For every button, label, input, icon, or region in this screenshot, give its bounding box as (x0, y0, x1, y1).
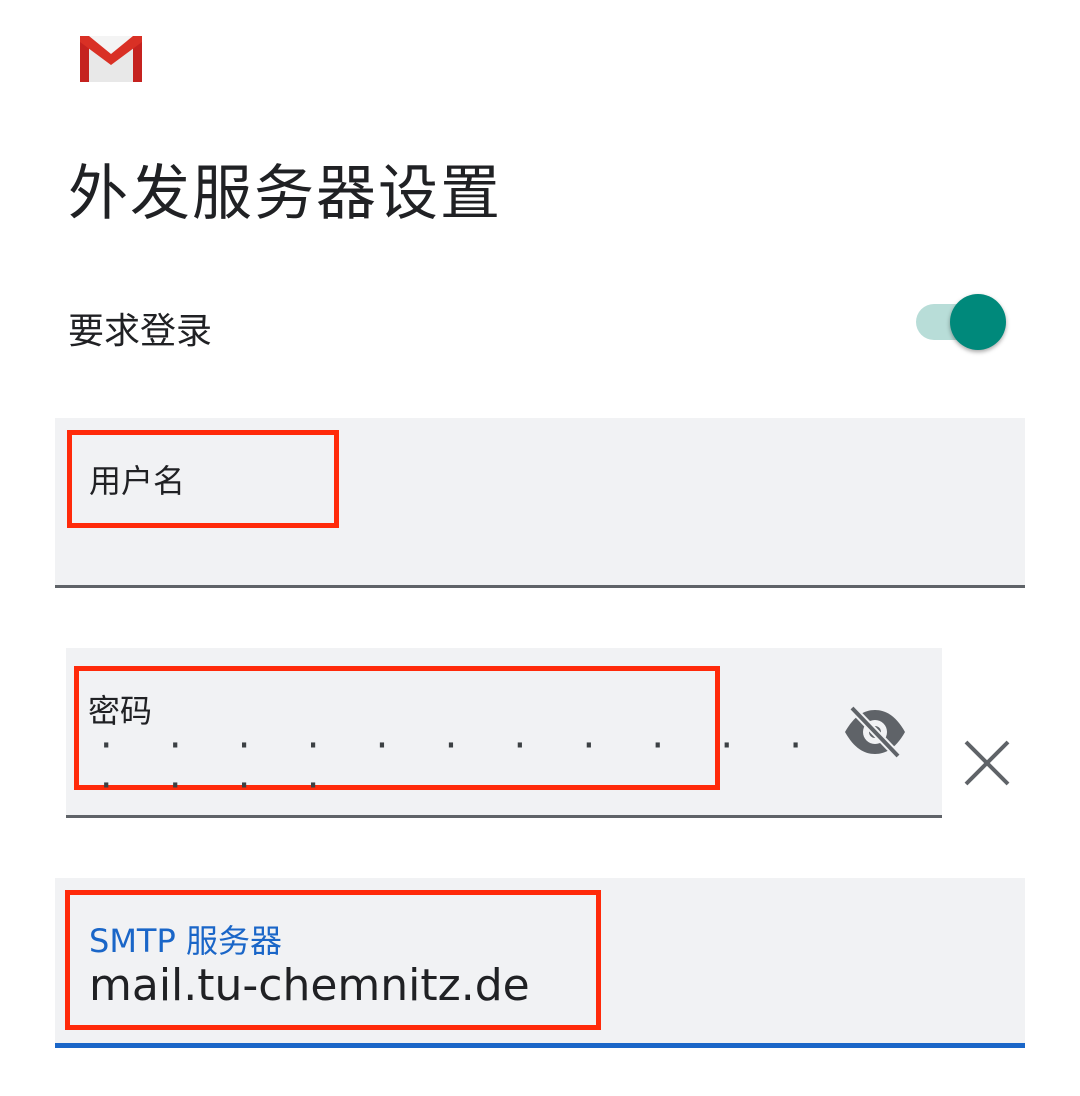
password-masked-value: · · · · · · · · · · · · · · · · (96, 726, 889, 806)
toggle-thumb (950, 294, 1006, 350)
field-underline (55, 585, 1025, 588)
require-login-toggle[interactable] (916, 294, 1008, 354)
field-underline (66, 815, 942, 818)
smtp-server-value: mail.tu-chemnitz.de (89, 960, 530, 1011)
gmail-logo-icon (80, 36, 142, 82)
username-label: 用户名 (89, 462, 186, 500)
page-title: 外发服务器设置 (68, 159, 502, 229)
require-login-row[interactable]: 要求登录 (68, 294, 1008, 354)
smtp-server-field[interactable]: SMTP 服务器 mail.tu-chemnitz.de (55, 878, 1025, 1048)
close-icon[interactable] (960, 736, 1014, 790)
password-field[interactable]: 密码 · · · · · · · · · · · · · · · · (66, 648, 942, 818)
username-field[interactable]: 用户名 (55, 418, 1025, 588)
field-underline-active (55, 1043, 1025, 1048)
smtp-server-label: SMTP 服务器 (89, 922, 282, 960)
outgoing-server-settings-screen: 外发服务器设置 要求登录 用户名 密码 · · · · · · · · · · … (0, 0, 1080, 1096)
eye-off-icon[interactable] (842, 704, 908, 760)
require-login-label: 要求登录 (68, 311, 213, 352)
